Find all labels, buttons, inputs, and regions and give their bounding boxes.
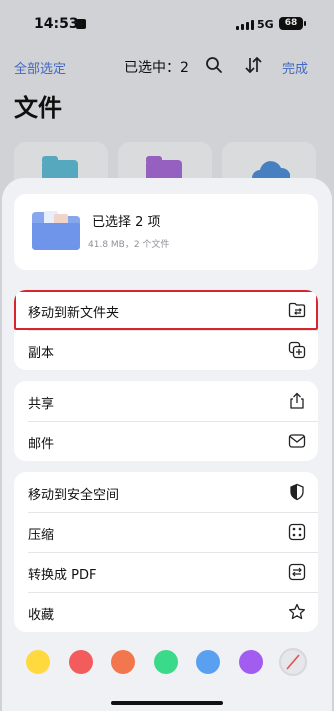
- folder-icon: [32, 211, 80, 250]
- convert-pdf-icon: [288, 563, 306, 581]
- tag-color-orange[interactable]: [111, 650, 135, 674]
- tag-color-yellow[interactable]: [26, 650, 50, 674]
- row-label: 副本: [28, 346, 55, 361]
- row-label: 收藏: [28, 608, 55, 623]
- action-group: 移动到新文件夹 副本: [14, 290, 318, 370]
- action-group: 共享 邮件: [14, 381, 318, 461]
- share-icon: [290, 392, 304, 409]
- tag-color-blue[interactable]: [196, 650, 220, 674]
- share-button[interactable]: 共享: [14, 381, 318, 421]
- selection-title: 已选择 2 项: [92, 215, 161, 230]
- star-icon: [288, 603, 306, 620]
- row-label: 转换成 PDF: [28, 568, 97, 583]
- favorite-button[interactable]: 收藏: [14, 592, 318, 632]
- row-label: 移动到安全空间: [28, 488, 120, 503]
- row-label: 邮件: [28, 437, 55, 452]
- selection-info-card: 已选择 2 项 41.8 MB，2 个文件: [14, 194, 318, 270]
- secure-space-icon: [290, 483, 304, 501]
- phone-screen: 14:53 5G 68 全部选定 已选中：2 完成 文件 已选择 2 项 41.…: [0, 0, 334, 711]
- compress-button[interactable]: 压缩: [14, 512, 318, 552]
- tag-color-purple[interactable]: [239, 650, 263, 674]
- home-indicator: [111, 701, 223, 705]
- move-to-new-folder-button[interactable]: 移动到新文件夹: [14, 290, 318, 330]
- mail-button[interactable]: 邮件: [14, 421, 318, 461]
- row-label: 共享: [28, 397, 55, 412]
- duplicate-button[interactable]: 副本: [14, 330, 318, 370]
- selection-subtitle: 41.8 MB，2 个文件: [88, 240, 170, 250]
- row-label: 移动到新文件夹: [28, 306, 120, 321]
- duplicate-icon: [288, 341, 306, 359]
- tag-color-green[interactable]: [154, 650, 178, 674]
- clear-tag-icon[interactable]: [279, 648, 307, 676]
- action-sheet: 已选择 2 项 41.8 MB，2 个文件 移动到新文件夹 副本 共享 邮件 移…: [2, 178, 332, 711]
- new-folder-icon: [288, 302, 306, 318]
- compress-icon: [288, 523, 306, 541]
- convert-to-pdf-button[interactable]: 转换成 PDF: [14, 552, 318, 592]
- mail-icon: [288, 434, 306, 448]
- tag-color-red[interactable]: [69, 650, 93, 674]
- action-group: 移动到安全空间 压缩 转换成 PDF 收藏: [14, 472, 318, 632]
- move-to-secure-space-button[interactable]: 移动到安全空间: [14, 472, 318, 512]
- row-label: 压缩: [28, 528, 55, 543]
- tag-color-picker: [26, 648, 308, 676]
